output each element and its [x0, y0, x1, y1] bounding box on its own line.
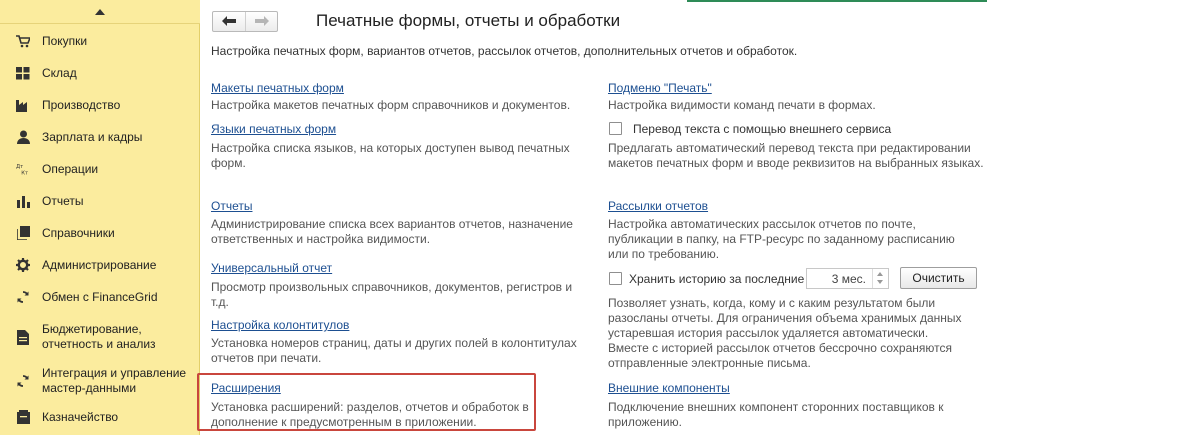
history-months-input[interactable]: 3 мес.: [806, 268, 889, 289]
extensions-link[interactable]: Расширения: [211, 381, 281, 395]
print-form-languages-link[interactable]: Языки печатных форм: [211, 122, 336, 136]
sidebar-item-production[interactable]: Производство: [0, 96, 200, 114]
sidebar-scroll-up-button[interactable]: [0, 0, 200, 24]
print-submenu-link[interactable]: Подменю "Печать": [608, 81, 712, 95]
sidebar-item-catalogs[interactable]: Справочники: [0, 224, 200, 242]
warehouse-icon: [16, 66, 30, 80]
print-form-layouts-desc: Настройка макетов печатных форм справочн…: [211, 98, 571, 112]
sidebar-item-warehouse[interactable]: Склад: [0, 64, 200, 82]
external-components-desc: Подключение внешних компонент сторонних …: [608, 400, 944, 429]
sidebar-item-administration[interactable]: Администрирование: [0, 256, 200, 274]
svg-text:Кт: Кт: [21, 170, 28, 176]
back-button[interactable]: [213, 12, 245, 31]
sidebar-item-operations[interactable]: Дт Кт Операции: [0, 160, 200, 178]
sidebar-item-label: Интеграция и управление мастер-данными: [42, 366, 187, 395]
arrow-left-icon: [222, 15, 236, 29]
sidebar-item-label: Бюджетирование, отчетность и анализ: [42, 322, 156, 351]
reports-link[interactable]: Отчеты: [211, 199, 252, 213]
bar-chart-icon: [16, 194, 30, 208]
gear-icon: [16, 258, 30, 272]
person-icon: [16, 130, 30, 144]
spin-down-icon: [877, 280, 883, 284]
integration-icon: [16, 374, 30, 388]
report-mailings-link[interactable]: Рассылки отчетов: [608, 199, 708, 213]
navigation-buttons: [212, 11, 278, 32]
sidebar-item-label: Покупки: [42, 33, 88, 48]
sidebar-item-label: Отчеты: [42, 193, 84, 208]
universal-report-desc: Просмотр произвольных справочников, доку…: [211, 280, 573, 309]
translation-desc: Предлагать автоматический перевод текста…: [608, 141, 984, 170]
forward-button[interactable]: [245, 12, 277, 31]
sync-icon: [16, 290, 30, 304]
report-mailings-desc: Настройка автоматических рассылок отчето…: [608, 217, 955, 261]
treasury-icon: [16, 410, 30, 424]
sidebar-item-reports[interactable]: Отчеты: [0, 192, 200, 210]
history-checkbox[interactable]: [609, 272, 622, 285]
clear-history-button[interactable]: Очистить: [900, 267, 977, 289]
print-form-languages-desc: Настройка списка языков, на которых дост…: [211, 141, 570, 170]
svg-text:Дт: Дт: [16, 164, 23, 170]
page-subtitle: Настройка печатных форм, вариантов отчет…: [211, 44, 798, 58]
dt-kt-icon: Дт Кт: [16, 162, 30, 176]
sidebar-item-label: Справочники: [42, 225, 115, 240]
sidebar-item-budgeting[interactable]: Бюджетирование, отчетность и анализ: [0, 320, 200, 354]
budget-icon: [16, 329, 30, 345]
sidebar-item-integration[interactable]: Интеграция и управление мастер-данными: [0, 364, 200, 398]
print-form-layouts-link[interactable]: Макеты печатных форм: [211, 81, 344, 95]
sidebar-item-label: Производство: [42, 97, 121, 112]
main-panel: Печатные формы, отчеты и обработки Настр…: [197, 0, 1200, 435]
history-desc: Позволяет узнать, когда, кому и с каким …: [608, 296, 962, 370]
extensions-desc: Установка расширений: разделов, отчетов …: [211, 400, 529, 429]
external-components-link[interactable]: Внешние компоненты: [608, 381, 730, 395]
headers-footers-link[interactable]: Настройка колонтитулов: [211, 318, 349, 332]
history-checkbox-label: Хранить историю за последние: [629, 272, 805, 286]
top-accent-line: [687, 0, 987, 2]
universal-report-link[interactable]: Универсальный отчет: [211, 261, 332, 275]
arrow-right-icon: [254, 15, 269, 29]
sidebar-item-exchange[interactable]: Обмен с FinanceGrid: [0, 288, 200, 306]
sidebar-item-label: Казначейство: [42, 409, 119, 424]
factory-icon: [16, 98, 30, 112]
arrow-up-icon: [95, 8, 105, 15]
sidebar-item-salary[interactable]: Зарплата и кадры: [0, 128, 200, 146]
sidebar-item-label: Обмен с FinanceGrid: [42, 289, 158, 304]
sidebar-item-treasury[interactable]: Казначейство: [0, 408, 200, 426]
translation-checkbox[interactable]: [609, 122, 622, 135]
history-months-spinner[interactable]: [872, 269, 888, 288]
spin-up-icon: [877, 272, 883, 276]
print-submenu-desc: Настройка видимости команд печати в форм…: [608, 98, 876, 112]
sidebar-item-label: Склад: [42, 65, 77, 80]
sidebar-item-purchases[interactable]: Покупки: [0, 32, 200, 50]
books-icon: [16, 226, 30, 240]
translation-checkbox-label: Перевод текста с помощью внешнего сервис…: [633, 122, 892, 136]
page-title: Печатные формы, отчеты и обработки: [316, 11, 621, 30]
headers-footers-desc: Установка номеров страниц, даты и других…: [211, 336, 577, 365]
sidebar-item-label: Зарплата и кадры: [42, 129, 143, 144]
reports-desc: Администрирование списка всех вариантов …: [211, 217, 573, 246]
sidebar: Покупки Склад Производство Зарплата и ка…: [0, 0, 200, 435]
sidebar-item-label: Операции: [42, 161, 99, 176]
cart-icon: [16, 34, 30, 48]
history-months-value: 3 мес.: [831, 272, 866, 286]
sidebar-item-label: Администрирование: [42, 257, 157, 272]
